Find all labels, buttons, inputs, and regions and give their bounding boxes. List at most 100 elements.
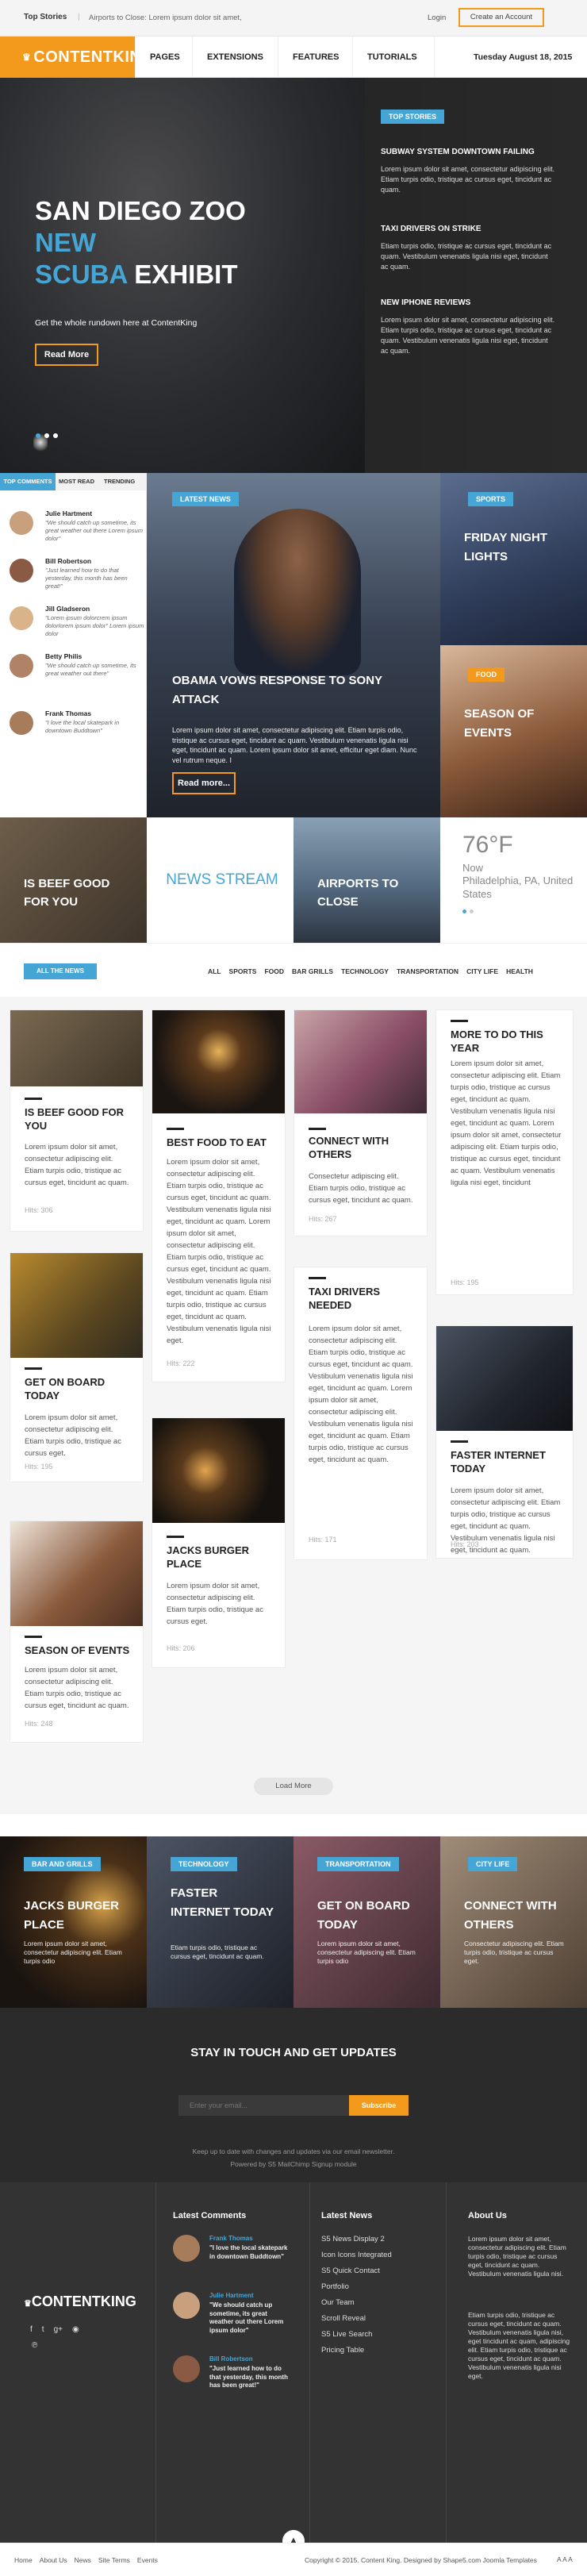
footer-divider (309, 2182, 310, 2543)
category-text: Etiam turpis odio, tristique ac cursus e… (171, 1944, 264, 1960)
category-tile[interactable]: TECHNOLOGY FASTER INTERNET TODAY Etiam t… (147, 1836, 294, 2008)
tab-trending[interactable]: TRENDING (104, 473, 135, 490)
news-card[interactable]: JACKS BURGER PLACE Lorem ipsum dolor sit… (152, 1417, 286, 1668)
nav-features-label: FEATURES (293, 52, 340, 62)
about-us-title: About Us (468, 2211, 507, 2220)
avatar (10, 654, 33, 678)
font-size-controls[interactable]: A A A (557, 2555, 573, 2563)
footer-logo-text: CONTENTKING (31, 2293, 136, 2309)
tab-top-comments[interactable]: TOP COMMENTS (0, 473, 56, 490)
footer-link-news[interactable]: News (75, 2556, 91, 2564)
hero-title-line3b: EXHIBIT (134, 260, 238, 289)
nav-pages[interactable]: PAGES ▼ (135, 37, 192, 102)
card-hits: Hits: 222 (167, 1359, 195, 1367)
filter-health[interactable]: HEALTH (506, 967, 533, 975)
commenter-name: Frank Thomas (45, 709, 92, 717)
pinterest-icon[interactable]: ℗ (32, 2341, 37, 2350)
footer-commenter-name: Frank Thomas (209, 2235, 253, 2242)
top-story-1[interactable]: SUBWAY SYSTEM DOWNTOWN FAILING Lorem ips… (381, 148, 555, 195)
ticker-text[interactable]: Airports to Close: Lorem ipsum dolor sit… (89, 13, 242, 22)
footer-link-events[interactable]: Events (137, 2556, 158, 2564)
footer-logo[interactable]: ♛CONTENTKING (24, 2293, 136, 2310)
comment-text: "Lorem ipsum dolorcrem ipsum dolorlorem … (45, 614, 144, 637)
create-account-button[interactable]: Create an Account (458, 8, 544, 27)
facebook-icon[interactable]: f (30, 2325, 33, 2334)
slider-dot-3[interactable] (53, 433, 58, 438)
top-story-2[interactable]: TAXI DRIVERS ON STRIKE Etiam turpis odio… (381, 225, 555, 272)
slider-dot-1[interactable] (36, 433, 40, 438)
comment-text: "We should catch up sometime, its great … (45, 662, 136, 677)
feature-story[interactable]: LATEST NEWS OBAMA VOWS RESPONSE TO SONY … (147, 473, 440, 817)
news-card[interactable]: MORE TO DO THIS YEAR Lorem ipsum dolor s… (435, 1009, 574, 1295)
nav-tutorials[interactable]: TUTORIALS ▼ (352, 37, 435, 102)
footer-news-link[interactable]: S5 News Display 2 (321, 2235, 392, 2243)
footer-news-link[interactable]: Pricing Table (321, 2346, 392, 2355)
twitter-icon[interactable]: t (42, 2325, 44, 2334)
subscribe-button[interactable]: Subscribe (349, 2095, 409, 2116)
category-tile[interactable]: CITY LIFE CONNECT WITH OTHERS Consectetu… (440, 1836, 587, 2008)
footer-link-home[interactable]: Home (14, 2556, 33, 2564)
card-image (152, 1010, 285, 1113)
news-card[interactable]: SEASON OF EVENTS Lorem ipsum dolor sit a… (10, 1521, 144, 1743)
news-stream-tile[interactable]: NEWS STREAM (147, 817, 294, 943)
sports-tile[interactable]: SPORTS FRIDAY NIGHT LIGHTS (440, 473, 587, 645)
sports-tile-title: FRIDAY NIGHT LIGHTS (464, 531, 548, 563)
top-stories-badge: TOP STORIES (381, 110, 445, 124)
filter-food[interactable]: FOOD (264, 967, 284, 975)
beef-tile[interactable]: IS BEEF GOOD FOR YOU (0, 817, 147, 943)
news-card[interactable]: IS BEEF GOOD FOR YOU Lorem ipsum dolor s… (10, 1009, 144, 1232)
footer-news-link[interactable]: S5 Live Search (321, 2330, 392, 2339)
card-image (10, 1521, 143, 1626)
site-logo[interactable]: ♛ CONTENTKING (0, 37, 154, 78)
card-text: Lorem ipsum dolor sit amet, consectetur … (25, 1666, 129, 1710)
footer-link-site-terms[interactable]: Site Terms (98, 2556, 130, 2564)
top-story-2-title: TAXI DRIVERS ON STRIKE (381, 225, 481, 233)
footer-news-link[interactable]: Our Team (321, 2298, 392, 2307)
filter-transportation[interactable]: TRANSPORTATION (397, 967, 458, 975)
footer-news-link[interactable]: S5 Quick Contact (321, 2266, 392, 2275)
filter-sports[interactable]: SPORTS (229, 967, 257, 975)
footer-news-link[interactable]: Scroll Reveal (321, 2314, 392, 2323)
newsletter-note: Keep up to date with changes and updates… (192, 2147, 395, 2155)
rss-icon[interactable]: ◉ (72, 2325, 79, 2334)
newsletter-section: STAY IN TOUCH AND GET UPDATES Subscribe … (0, 2008, 587, 2182)
airports-tile[interactable]: AIRPORTS TO CLOSE (294, 817, 440, 943)
commenter-name: Bill Robertson (45, 557, 92, 565)
news-card[interactable]: BEST FOOD TO EAT Lorem ipsum dolor sit a… (152, 1009, 286, 1382)
weather-dots (462, 909, 474, 913)
crown-icon: ♛ (24, 2299, 32, 2309)
weather-dot-1[interactable] (462, 909, 466, 913)
card-image (10, 1010, 143, 1086)
filter-city-life[interactable]: CITY LIFE (466, 967, 498, 975)
login-link[interactable]: Login (428, 13, 446, 22)
food-tile[interactable]: FOOD SEASON OF EVENTS (440, 645, 587, 817)
top-story-3[interactable]: NEW IPHONE REVIEWS Lorem ipsum dolor sit… (381, 298, 555, 356)
footer-link-about[interactable]: About Us (40, 2556, 67, 2564)
nav-features[interactable]: FEATURES ▼ (278, 37, 352, 102)
news-card[interactable]: FASTER INTERNET TODAY Lorem ipsum dolor … (435, 1325, 574, 1559)
news-card[interactable]: TAXI DRIVERS NEEDED Lorem ipsum dolor si… (294, 1267, 428, 1560)
load-more-button[interactable]: Load More (254, 1778, 333, 1795)
tab-most-read[interactable]: MOST READ (59, 473, 94, 490)
news-card[interactable]: CONNECT WITH OTHERS Consectetur adipisci… (294, 1009, 428, 1236)
hero-read-more-button[interactable]: Read More (35, 344, 98, 366)
footer-news-link[interactable]: Portfolio (321, 2282, 392, 2291)
card-accent-bar (25, 1636, 42, 1638)
filter-all[interactable]: ALL (208, 967, 221, 975)
nav-extensions[interactable]: EXTENSIONS ▼ (192, 37, 278, 102)
category-badge: CITY LIFE (468, 1857, 518, 1871)
category-tile[interactable]: BAR AND GRILLS JACKS BURGER PLACE Lorem … (0, 1836, 147, 2008)
weather-dot-2[interactable] (470, 909, 474, 913)
filter-technology[interactable]: TECHNOLOGY (341, 967, 389, 975)
slider-dot-2[interactable] (44, 433, 49, 438)
commenter-name: Jill Gladseron (45, 605, 90, 613)
category-tile[interactable]: TRANSPORTATION GET ON BOARD TODAY Lorem … (294, 1836, 440, 2008)
google-plus-icon[interactable]: g+ (54, 2325, 63, 2334)
top-story-3-text: Lorem ipsum dolor sit amet, consectetur … (381, 316, 555, 355)
weather-location: Philadelphia, PA, United States (462, 875, 574, 900)
feature-read-more-button[interactable]: Read more... (172, 772, 236, 794)
filter-bar-grills[interactable]: BAR GRILLS (292, 967, 333, 975)
newsletter-email-input[interactable] (178, 2095, 349, 2116)
news-card[interactable]: GET ON BOARD TODAY Lorem ipsum dolor sit… (10, 1252, 144, 1482)
footer-news-link[interactable]: Icon Icons Integrated (321, 2251, 392, 2259)
